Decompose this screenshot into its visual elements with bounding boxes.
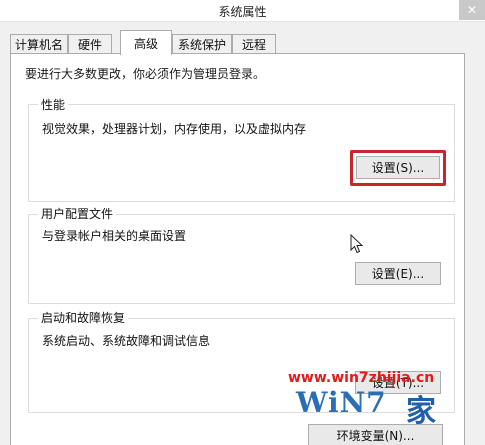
watermark-logo: WiN7 [296, 386, 387, 419]
user-profiles-description: 与登录帐户相关的桌面设置 [42, 229, 187, 243]
close-button[interactable]: ✕ [459, 0, 485, 20]
admin-notice: 要进行大多数更改，你必须作为管理员登录。 [25, 67, 266, 81]
title-bar: 系统属性 ✕ [0, 0, 485, 22]
performance-description: 视觉效果，处理器计划，内存使用，以及虚拟内存 [42, 122, 307, 136]
mouse-cursor-icon [350, 233, 364, 257]
watermark: www.win7zhijia.cn WiN7 家 [288, 370, 448, 440]
startup-recovery-description: 系统启动、系统故障和调试信息 [42, 334, 211, 348]
user-profiles-title: 用户配置文件 [38, 205, 117, 222]
tab-computer-name[interactable]: 计算机名 [10, 34, 68, 54]
user-profiles-settings-button[interactable]: 设置(E)... [355, 262, 441, 285]
window-title: 系统属性 [218, 5, 267, 19]
highlight-box [350, 150, 446, 186]
tab-system-protection[interactable]: 系统保护 [172, 34, 232, 54]
close-icon: ✕ [466, 3, 478, 17]
tab-advanced[interactable]: 高级 [120, 30, 172, 55]
watermark-url: www.win7zhijia.cn [288, 370, 435, 386]
tab-hardware[interactable]: 硬件 [68, 34, 112, 54]
startup-recovery-title: 启动和故障恢复 [38, 309, 129, 326]
performance-title: 性能 [38, 96, 69, 113]
tab-remote[interactable]: 远程 [232, 34, 276, 54]
watermark-suffix: 家 [406, 394, 436, 429]
